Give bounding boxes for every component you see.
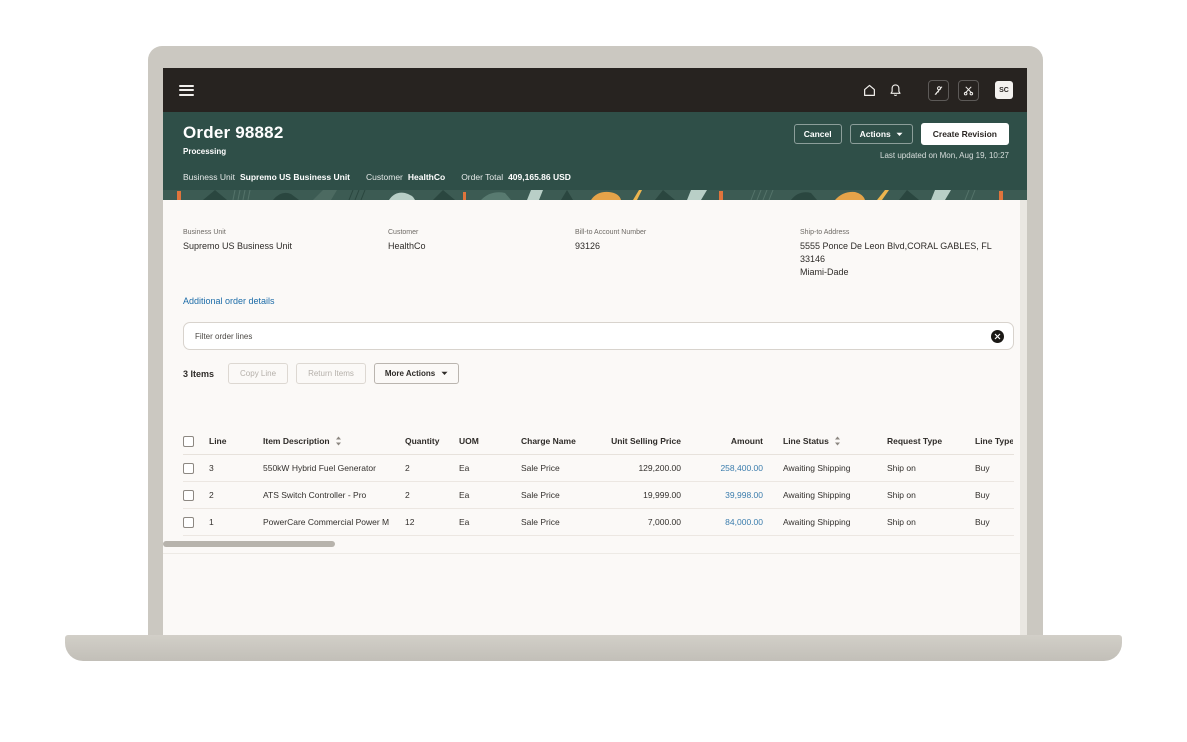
column-header-line-type[interactable]: Line Type — [975, 436, 1013, 446]
field-bill-to-account: Bill-to Account Number 93126 — [575, 229, 800, 279]
amount-link[interactable]: 39,998.00 — [725, 490, 763, 500]
summary-label: Business Unit — [183, 172, 235, 182]
column-header-line-status[interactable]: Line Status — [763, 436, 887, 446]
last-updated-text: Last updated on Mon, Aug 19, 10:27 — [794, 151, 1009, 160]
amount-link[interactable]: 258,400.00 — [720, 463, 763, 473]
table-row[interactable]: 3 550kW Hybrid Fuel Generator 2 Ea Sale … — [183, 455, 1014, 482]
select-all-checkbox[interactable] — [183, 436, 194, 447]
additional-order-details-link[interactable]: Additional order details — [183, 296, 275, 306]
detail-fields-row: Business Unit Supremo US Business Unit C… — [183, 200, 1014, 279]
table-row[interactable]: 2 ATS Switch Controller - Pro 2 Ea Sale … — [183, 482, 1014, 509]
table-header-row: Line Item Description Quantity UOM Charg… — [183, 428, 1014, 455]
global-topbar: SC — [163, 68, 1027, 112]
user-avatar[interactable]: SC — [995, 81, 1013, 99]
decorative-pattern — [163, 190, 1027, 200]
scissors-icon[interactable] — [958, 80, 979, 101]
column-header-request-type[interactable]: Request Type — [887, 436, 975, 446]
laptop-base — [65, 635, 1122, 661]
hamburger-menu-icon[interactable] — [179, 85, 194, 96]
actions-button[interactable]: Actions — [850, 124, 913, 144]
order-status-badge: Processing — [183, 147, 284, 156]
home-icon[interactable] — [861, 82, 878, 99]
horizontal-scrollbar — [163, 541, 1027, 547]
row-checkbox[interactable] — [183, 463, 194, 474]
items-count: 3 Items — [183, 369, 214, 379]
app-window: SC Order 98882 Processing Cancel Actions — [163, 68, 1027, 635]
column-header-amount[interactable]: Amount — [681, 436, 763, 446]
return-items-button[interactable]: Return Items — [296, 363, 366, 384]
column-header-quantity[interactable]: Quantity — [405, 436, 459, 446]
row-checkbox[interactable] — [183, 490, 194, 501]
column-header-uom[interactable]: UOM — [459, 436, 521, 446]
row-checkbox[interactable] — [183, 517, 194, 528]
summary-value: HealthCo — [408, 172, 445, 182]
cancel-button[interactable]: Cancel — [794, 124, 842, 144]
order-header: Order 98882 Processing Cancel Actions Cr… — [163, 112, 1027, 190]
order-details-panel: Business Unit Supremo US Business Unit C… — [163, 200, 1027, 536]
horizontal-scrollbar-thumb[interactable] — [163, 541, 335, 547]
column-header-charge-name[interactable]: Charge Name — [521, 436, 597, 446]
sort-arrows-icon[interactable] — [834, 436, 841, 446]
summary-label: Order Total — [461, 172, 503, 182]
amount-link[interactable]: 84,000.00 — [725, 517, 763, 527]
items-toolbar: 3 Items Copy Line Return Items More Acti… — [183, 363, 1014, 384]
filter-input[interactable] — [195, 332, 991, 341]
more-actions-button[interactable]: More Actions — [374, 363, 459, 384]
filter-order-lines-field — [183, 322, 1014, 350]
page: SC Order 98882 Processing Cancel Actions — [0, 0, 1187, 742]
field-business-unit: Business Unit Supremo US Business Unit — [183, 229, 388, 279]
field-customer: Customer HealthCo — [388, 229, 575, 279]
sort-arrows-icon[interactable] — [335, 436, 342, 446]
order-summary-row: Business Unit Supremo US Business Unit Cu… — [183, 172, 1009, 182]
bell-icon[interactable] — [887, 82, 904, 99]
column-header-line[interactable]: Line — [209, 436, 263, 446]
section-divider — [163, 553, 1027, 554]
field-ship-to-address: Ship-to Address 5555 Ponce De Leon Blvd,… — [800, 229, 1014, 279]
table-row[interactable]: 1 PowerCare Commercial Power M 12 Ea Sal… — [183, 509, 1014, 536]
chevron-down-icon — [441, 371, 448, 376]
summary-value: 409,165.86 USD — [508, 172, 571, 182]
order-lines-table: Line Item Description Quantity UOM Charg… — [183, 428, 1014, 536]
clear-filter-icon[interactable] — [991, 330, 1004, 343]
vertical-scrollbar[interactable] — [1020, 200, 1027, 635]
column-header-unit-selling-price[interactable]: Unit Selling Price — [597, 436, 681, 446]
summary-value: Supremo US Business Unit — [240, 172, 350, 182]
person-slash-icon[interactable] — [928, 80, 949, 101]
create-revision-button[interactable]: Create Revision — [921, 123, 1009, 145]
summary-label: Customer — [366, 172, 403, 182]
column-header-item-description[interactable]: Item Description — [263, 436, 405, 446]
copy-line-button[interactable]: Copy Line — [228, 363, 288, 384]
chevron-down-icon — [896, 132, 903, 137]
page-title: Order 98882 — [183, 123, 284, 143]
